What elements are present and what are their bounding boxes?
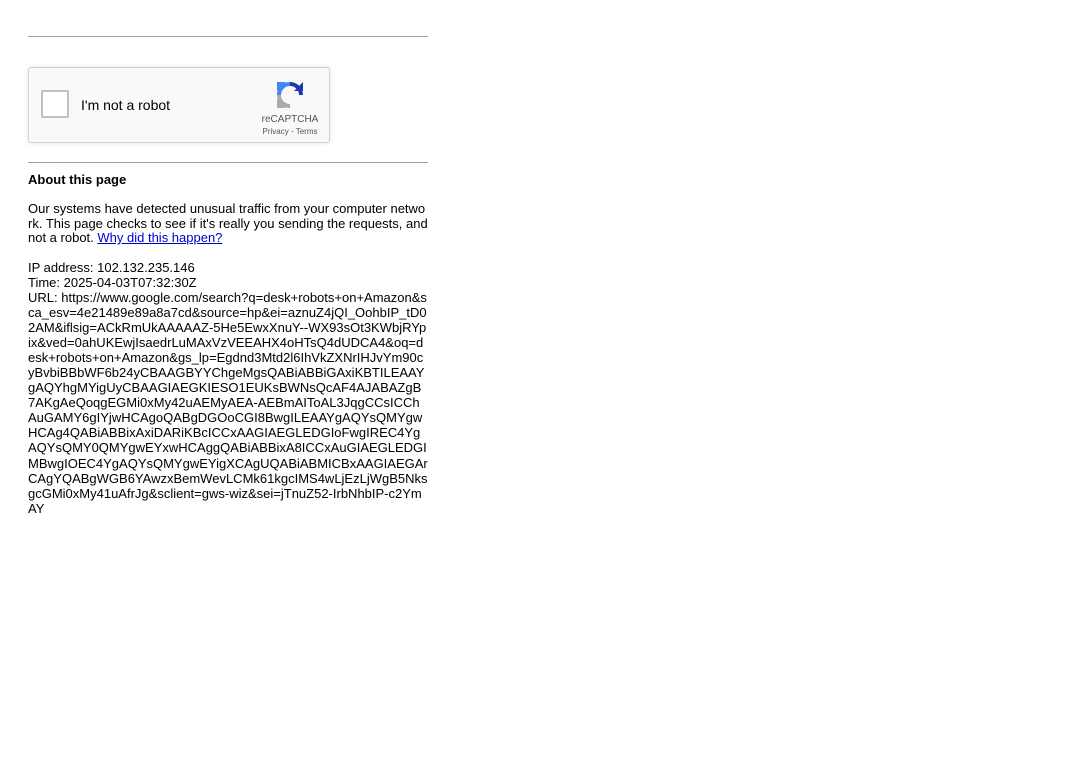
- ip-label: IP address:: [28, 259, 98, 275]
- about-title: About this page: [28, 172, 127, 187]
- terms-link[interactable]: Terms: [296, 127, 318, 136]
- top-divider: [28, 36, 428, 37]
- ip-value: 102.132.235.146: [97, 259, 195, 275]
- ip-line: IP address: 102.132.235.146: [28, 260, 428, 275]
- recaptcha-logo-icon: [277, 82, 303, 108]
- links-separator: -: [288, 127, 296, 136]
- why-did-this-happen-link[interactable]: Why did this happen?: [97, 230, 222, 245]
- time-value: 2025-04-03T07:32:30Z: [63, 274, 197, 290]
- bottom-divider: [28, 162, 428, 163]
- time-line: Time: 2025-04-03T07:32:30Z: [28, 275, 428, 290]
- time-label: Time:: [28, 274, 64, 290]
- url-value: https://www.google.com/search?q=desk+rob…: [28, 289, 428, 516]
- not-a-robot-checkbox[interactable]: [41, 90, 69, 118]
- url-line: URL: https://www.google.com/search?q=des…: [28, 290, 428, 516]
- url-label: URL:: [28, 289, 62, 305]
- checkbox-label: I'm not a robot: [81, 97, 171, 113]
- about-description: Our systems have detected unusual traffi…: [28, 201, 428, 246]
- captcha-page: I'm not a robot reCAPTCHA Privacy - Term…: [28, 36, 428, 516]
- recaptcha-links: Privacy - Terms: [253, 127, 327, 136]
- recaptcha-brand: reCAPTCHA: [261, 114, 319, 125]
- request-details: IP address: 102.132.235.146 Time: 2025-0…: [28, 260, 428, 516]
- description-text: Our systems have detected unusual traffi…: [28, 201, 428, 245]
- recaptcha-widget: I'm not a robot reCAPTCHA Privacy - Term…: [28, 67, 330, 143]
- privacy-link[interactable]: Privacy: [263, 127, 289, 136]
